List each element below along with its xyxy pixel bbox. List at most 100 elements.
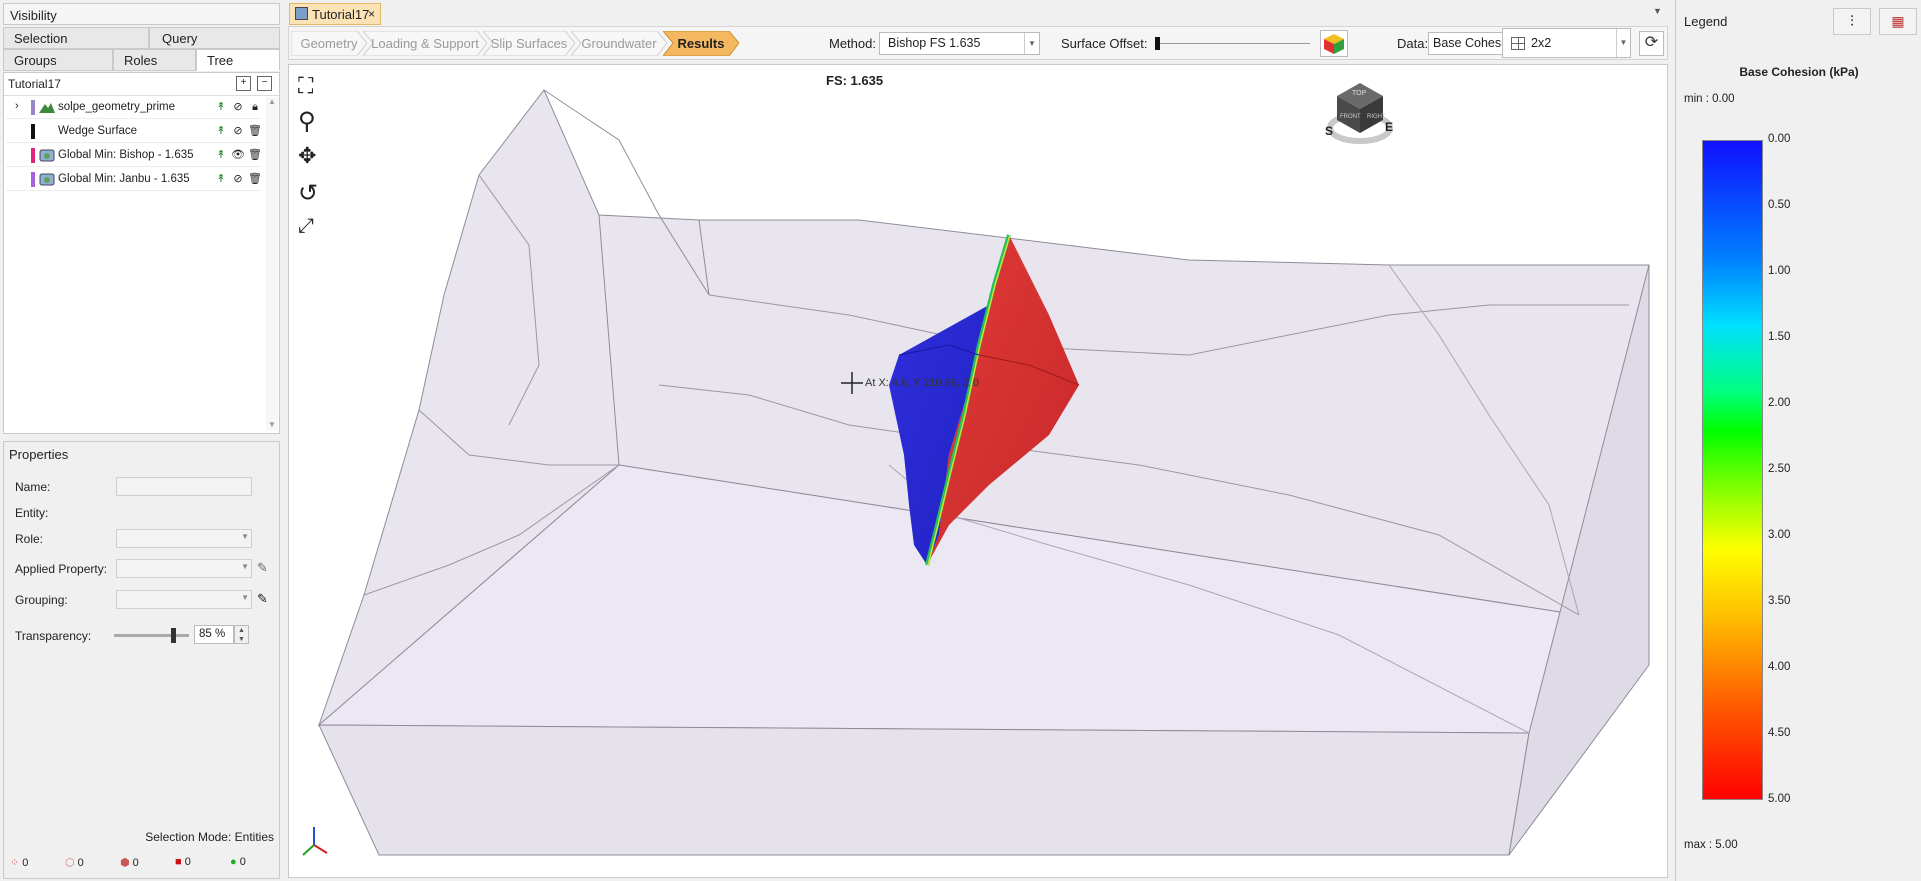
point-icon: ⁘ xyxy=(10,857,20,869)
transparency-input[interactable]: 85 % xyxy=(194,625,234,644)
3d-viewport[interactable]: FS: 1.635 At X: 4.8, Y 210.98, Z 0 ⛶ ⚲ ✥… xyxy=(288,64,1668,878)
terrain-icon xyxy=(39,103,55,113)
fs-value-label: FS: 1.635 xyxy=(826,73,884,88)
edge-icon: ⬡ xyxy=(65,857,75,869)
visibility-title: Visibility xyxy=(3,3,280,25)
color-swatch[interactable] xyxy=(31,124,35,139)
tree-item-slope-geometry[interactable]: › solpe_geometry_prime ↟ ⊘ 🔒︎ xyxy=(6,97,262,119)
axis-triad-icon xyxy=(302,827,328,856)
color-swatch[interactable] xyxy=(31,148,35,163)
pin-icon[interactable]: ↟ xyxy=(214,124,228,139)
hidden-eye-icon[interactable]: ⊘ xyxy=(231,172,245,187)
slider-thumb[interactable] xyxy=(171,628,176,643)
collapse-all-icon[interactable]: − xyxy=(257,76,272,91)
visibility-tree: Tutorial17 + − ▲ ▼ › solpe_geometry_prim… xyxy=(3,72,280,434)
surface-display-button[interactable] xyxy=(1320,30,1348,57)
delete-icon[interactable]: 🗑︎ xyxy=(248,124,262,139)
tree-root-label: Tutorial17 xyxy=(8,77,61,91)
tree-item-label: Wedge Surface xyxy=(58,125,138,137)
status-counters: ⁘ 0 ⬡ 0 ⬢ 0 ■ 0 ● 0 xyxy=(4,852,279,876)
properties-panel: Properties Name: Entity: Role: ▼ Applied… xyxy=(3,441,280,879)
delete-icon[interactable]: 🗑︎ xyxy=(248,172,262,187)
surface-offset-slider[interactable] xyxy=(1155,37,1310,50)
grouping-label: Grouping: xyxy=(15,593,68,607)
pin-icon[interactable]: ↟ xyxy=(214,100,228,115)
compass-south-label: S xyxy=(1325,124,1334,138)
workflow-step-label: Slip Surfaces xyxy=(490,36,568,51)
document-tab[interactable]: Tutorial17 × xyxy=(289,3,381,25)
solid-count: ■ 0 xyxy=(169,852,224,876)
legend-chart-button[interactable]: ▦ xyxy=(1879,8,1917,35)
workflow-step-loading-support[interactable]: Loading & Support xyxy=(363,31,487,56)
applied-property-label: Applied Property: xyxy=(15,562,108,576)
transparency-slider[interactable] xyxy=(114,628,189,643)
lock-icon[interactable]: 🔒︎ xyxy=(248,100,262,115)
slider-thumb[interactable] xyxy=(1155,37,1160,50)
eye-icon[interactable]: 👁︎ xyxy=(231,148,245,163)
legend-tick-label: 3.00 xyxy=(1768,529,1791,541)
sliders-icon: ⫶ xyxy=(1850,13,1854,30)
rotate-icon[interactable]: ↺ xyxy=(298,179,326,207)
tab-groups[interactable]: Groups xyxy=(3,49,113,71)
tab-selection[interactable]: Selection xyxy=(3,27,149,49)
layout-value: 2x2 xyxy=(1531,36,1552,50)
zoom-icon[interactable]: ⚲ xyxy=(298,107,326,135)
layout-select[interactable]: 2x2 ▼ xyxy=(1502,28,1631,58)
hidden-eye-icon[interactable]: ⊘ xyxy=(231,124,245,139)
workflow-step-groundwater[interactable]: Groundwater xyxy=(571,31,667,56)
tree-item-label: Global Min: Bishop - 1.635 xyxy=(58,149,194,161)
refresh-icon[interactable]: ⟳ xyxy=(1639,31,1664,56)
legend-tick-label: 3.50 xyxy=(1768,595,1791,607)
transparency-spinner[interactable]: ▲ ▼ xyxy=(234,625,249,644)
grouping-select[interactable]: ▼ xyxy=(116,590,252,609)
close-icon[interactable]: × xyxy=(368,7,375,21)
tree-item-label: Global Min: Janbu - 1.635 xyxy=(58,173,190,185)
delete-icon[interactable]: 🗑︎ xyxy=(248,148,262,163)
tab-query[interactable]: Query xyxy=(149,27,280,49)
workflow-step-label: Geometry xyxy=(300,36,358,51)
workflow-step-results[interactable]: Results xyxy=(663,31,739,56)
workflow-step-slip-surfaces[interactable]: Slip Surfaces xyxy=(483,31,575,56)
expand-arrow-icon[interactable]: › xyxy=(15,100,19,112)
edit-grouping-pencil-icon[interactable]: ✎ xyxy=(257,591,268,607)
legend-tick-label: 0.50 xyxy=(1768,199,1791,211)
legend-tick-label: 2.00 xyxy=(1768,397,1791,409)
compass-east-label: E xyxy=(1385,120,1394,134)
applied-property-select[interactable]: ▼ xyxy=(116,559,252,578)
color-swatch[interactable] xyxy=(31,100,35,115)
legend-tick-label: 1.00 xyxy=(1768,265,1791,277)
workflow-step-label: Loading & Support xyxy=(371,36,479,51)
tab-menu-chevron-icon[interactable]: ▼ xyxy=(1653,6,1662,16)
tree-item-global-min-bishop[interactable]: Global Min: Bishop - 1.635 ↟ 👁︎ 🗑︎ xyxy=(6,145,262,167)
legend-settings-button[interactable]: ⫶ xyxy=(1833,8,1871,35)
zoom-extents-icon[interactable]: ⛶ xyxy=(298,73,326,101)
workflow-step-geometry[interactable]: Geometry xyxy=(291,31,367,56)
expand-all-icon[interactable]: + xyxy=(236,76,251,91)
colored-cube-icon xyxy=(1324,34,1344,54)
visibility-tabs-row2: Groups Roles Tree xyxy=(3,49,280,71)
role-select[interactable]: ▼ xyxy=(116,529,252,548)
fullscreen-icon[interactable]: ⤢ xyxy=(298,215,326,243)
pin-icon[interactable]: ↟ xyxy=(214,148,228,163)
tab-tree[interactable]: Tree xyxy=(196,49,280,71)
tree-item-wedge-surface[interactable]: Wedge Surface ↟ ⊘ 🗑︎ xyxy=(6,121,262,143)
color-swatch[interactable] xyxy=(31,172,35,187)
chevron-down-icon: ▼ xyxy=(241,562,249,571)
tree-item-global-min-janbu[interactable]: Global Min: Janbu - 1.635 ↟ ⊘ 🗑︎ xyxy=(6,169,262,191)
cube-front-label: FRONT xyxy=(1340,114,1361,120)
view-cube[interactable]: TOP FRONT RIGHT S E xyxy=(1325,78,1395,148)
legend-tick-label: 4.50 xyxy=(1768,727,1791,739)
chevron-down-icon: ▼ xyxy=(241,532,249,541)
hidden-eye-icon[interactable]: ⊘ xyxy=(231,100,245,115)
group-count: ● 0 xyxy=(224,852,279,876)
slip-surface-icon xyxy=(39,173,55,186)
tab-roles[interactable]: Roles xyxy=(113,49,196,71)
solid-icon: ■ xyxy=(175,856,182,868)
method-select[interactable]: Bishop FS 1.635 ▼ xyxy=(879,32,1040,55)
pin-icon[interactable]: ↟ xyxy=(214,172,228,187)
tree-scrollbar[interactable]: ▲ ▼ xyxy=(266,97,278,431)
name-field[interactable] xyxy=(116,477,252,496)
pan-icon[interactable]: ✥ xyxy=(298,143,326,171)
chevron-down-icon: ▼ xyxy=(1616,29,1630,57)
edit-pencil-icon[interactable]: ✎ xyxy=(257,560,268,576)
